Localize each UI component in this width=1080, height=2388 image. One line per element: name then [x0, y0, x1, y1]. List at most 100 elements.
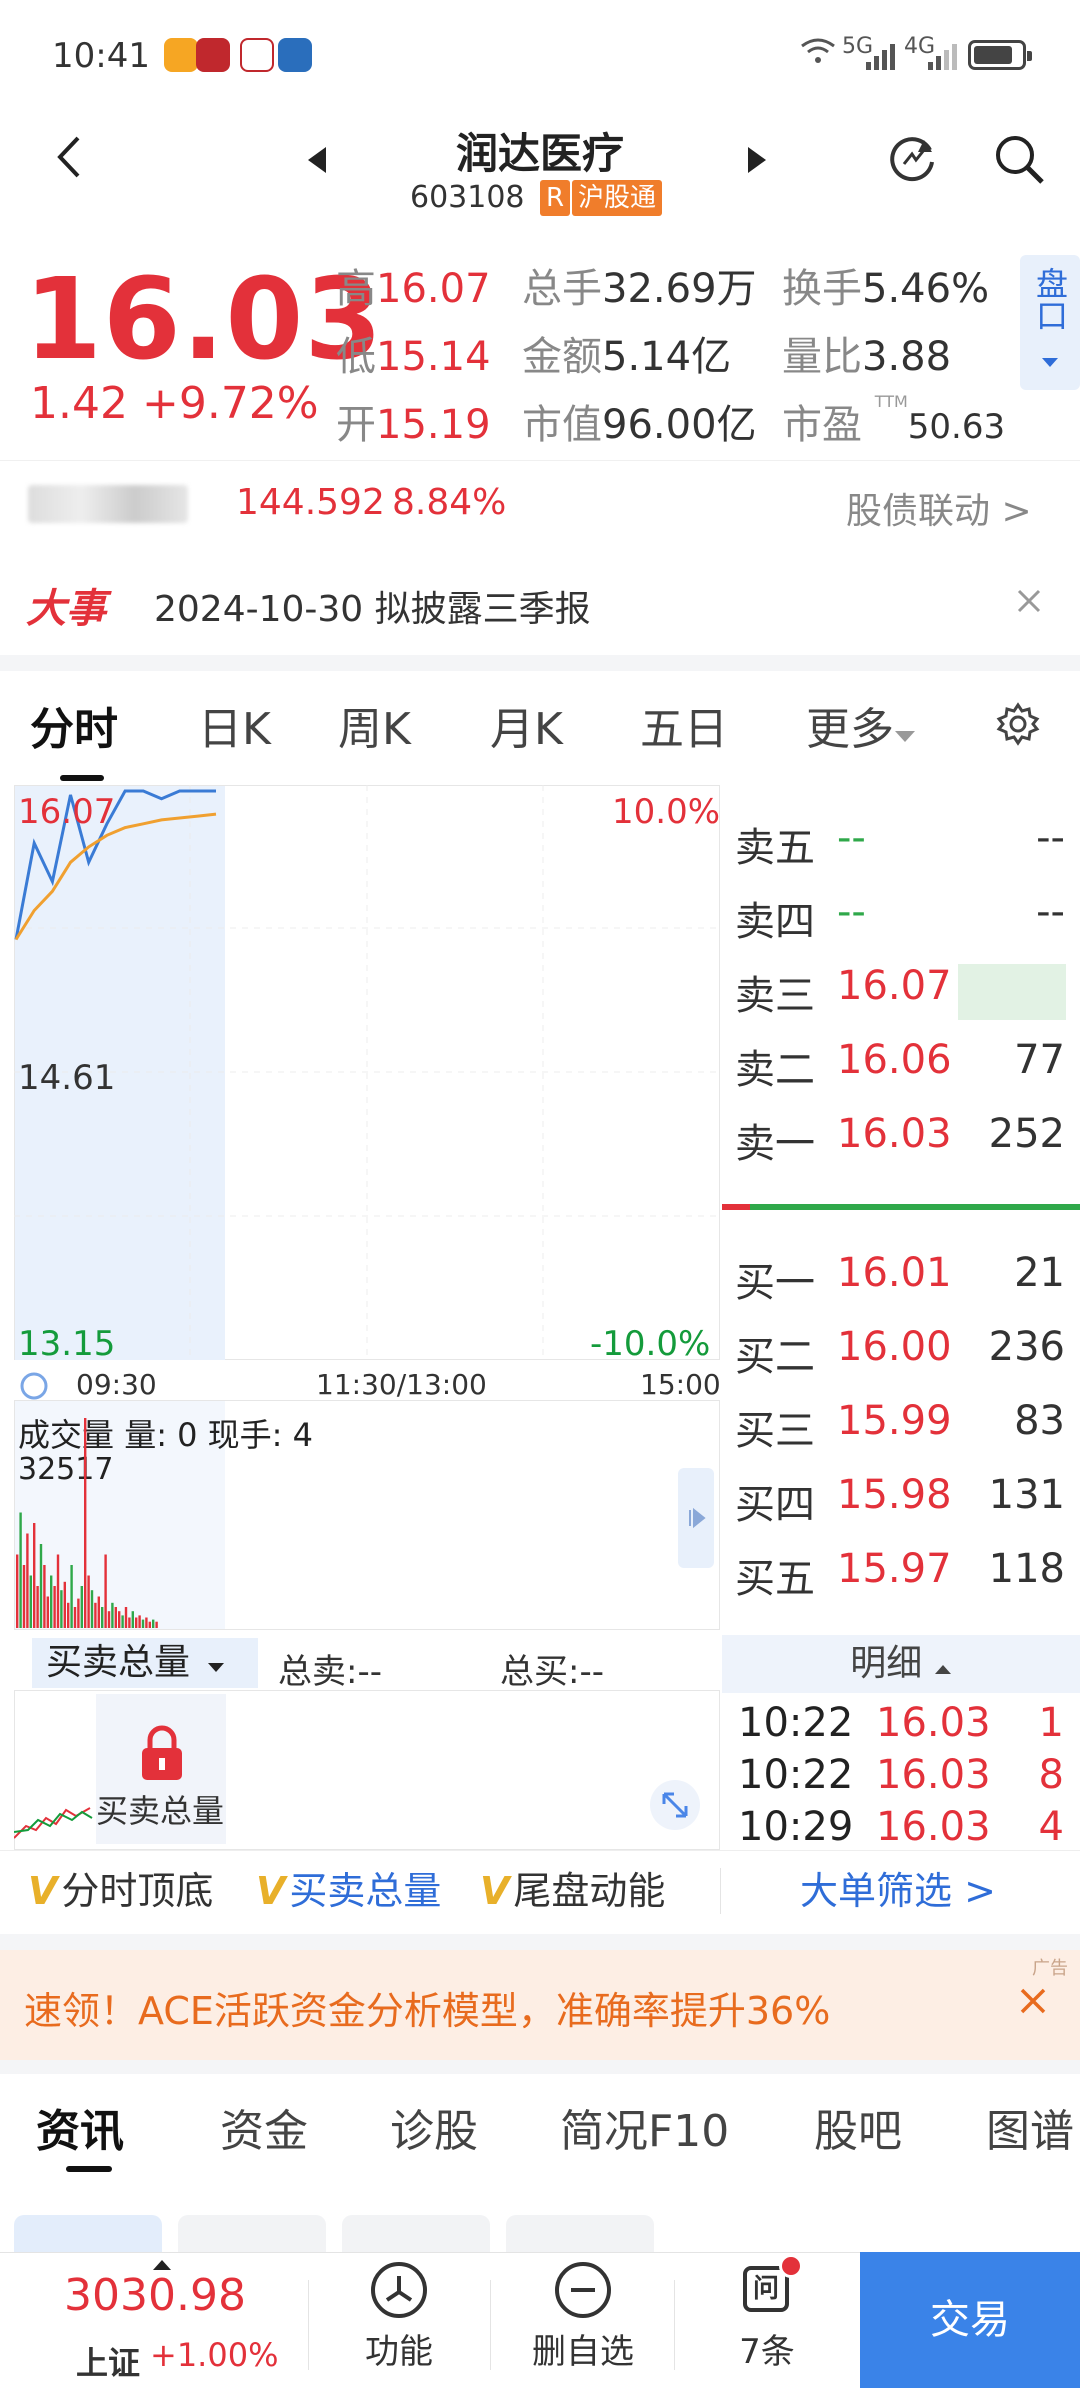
ask-volume: 252 [988, 1111, 1065, 1157]
tab-timeshare[interactable]: 分时 [30, 693, 118, 757]
detail-header[interactable]: 明细 [722, 1635, 1080, 1693]
ask-row[interactable]: 卖四 -- -- [735, 889, 1065, 949]
panel-toggle-icon[interactable] [678, 1468, 714, 1568]
bid-row[interactable]: 买一 16.01 21 [735, 1250, 1065, 1310]
bid-level-label: 买一 [735, 1260, 815, 1306]
volume-bar [104, 1554, 107, 1628]
bid-row[interactable]: 买五 15.97 118 [735, 1546, 1065, 1606]
minus-circle-icon [555, 2262, 611, 2318]
volume-bar [26, 1533, 29, 1628]
trade-button[interactable]: 交易 [860, 2252, 1080, 2388]
close-icon[interactable] [1016, 588, 1042, 618]
tab-graph[interactable]: 图谱 [986, 2095, 1074, 2159]
spread-divider [722, 1204, 1080, 1210]
tab-more[interactable]: 更多 [806, 693, 916, 757]
function-icon [371, 2262, 427, 2318]
volume-bar [145, 1617, 148, 1628]
large-order-filter[interactable]: 大单筛选 > [800, 1860, 996, 1915]
total-buy: 总买:-- [500, 1652, 604, 1692]
ask-level-label: 卖二 [735, 1047, 815, 1093]
messages-label: 7条 [739, 2332, 795, 2372]
volume-bar [138, 1615, 141, 1628]
close-icon[interactable] [1018, 1986, 1048, 2020]
chart-lines [14, 789, 217, 941]
open-value: 15.19 [376, 402, 491, 448]
ad-text[interactable]: 速领！ACE活跃资金分析模型，准确率提升36% [24, 1980, 830, 2035]
high-label: 高 [336, 266, 376, 312]
next-stock-icon[interactable] [746, 145, 768, 179]
bid-price: 15.99 [837, 1398, 952, 1444]
indicator-v1[interactable]: V 分时顶底 [28, 1860, 213, 1915]
index-value[interactable]: 3030.98 [64, 2270, 246, 2321]
volume-bar [36, 1586, 39, 1628]
tab-forum[interactable]: 股吧 [814, 2095, 902, 2159]
app-icon [196, 38, 230, 72]
ask-price: 16.03 [837, 1111, 952, 1157]
pe-cell: 市盈 TTM50.63 [782, 392, 1005, 450]
messages-button[interactable]: 问 7条 [702, 2254, 832, 2373]
tab-five-day[interactable]: 五日 [640, 693, 728, 757]
status-bar: 10:41 5G 4G [0, 0, 1080, 110]
volume-bar [43, 1565, 46, 1628]
tab-monthly-k[interactable]: 月K [490, 693, 563, 757]
caret-up-icon [934, 1665, 951, 1674]
indicator-v3-label: 尾盘动能 [513, 1869, 666, 1913]
tab-daily-k[interactable]: 日K [198, 693, 271, 757]
tab-weekly-k[interactable]: 周K [338, 693, 411, 757]
time-mid: 11:30/13:00 [316, 1368, 487, 1401]
ask-row[interactable]: 卖二 16.06 77 [735, 1037, 1065, 1097]
bid-row[interactable]: 买三 15.99 83 [735, 1398, 1065, 1458]
indicator-v3[interactable]: V 尾盘动能 [480, 1860, 665, 1915]
low-value: 15.14 [376, 334, 491, 380]
volume-bar [114, 1607, 117, 1628]
locked-label: 买卖总量 [96, 1792, 225, 1830]
indicator-v1-label: 分时顶底 [61, 1869, 214, 1913]
tab-funds[interactable]: 资金 [220, 2095, 308, 2159]
event-text: 2024-10-30 拟披露三季报 [154, 589, 591, 630]
settings-icon[interactable] [996, 702, 1040, 750]
tab-profile-f10[interactable]: 简况F10 [560, 2095, 729, 2159]
low-label: 低 [336, 334, 376, 380]
remove-watchlist-button[interactable]: 删自选 [518, 2262, 648, 2373]
ask-row[interactable]: 卖五 -- -- [735, 815, 1065, 875]
high-cell: 高16.07 [336, 256, 491, 314]
change-value: 1.42 [30, 378, 128, 429]
volume-bar [50, 1575, 53, 1628]
bid-volume: 83 [1014, 1398, 1065, 1444]
stock-code: 603108 [410, 180, 525, 215]
refresh-icon[interactable] [884, 130, 940, 190]
expand-icon[interactable] [650, 1780, 700, 1830]
bid-level-label: 买四 [735, 1482, 815, 1528]
time-end: 15:00 [640, 1368, 721, 1401]
v-mark-icon: V [480, 1869, 510, 1913]
divider [0, 655, 1080, 671]
tick-volume: 8 [1038, 1752, 1064, 1798]
tab-more-label: 更多 [806, 704, 894, 755]
bid-price: 16.01 [837, 1250, 952, 1296]
bond-link[interactable]: 股债联动 > [846, 482, 1032, 534]
divider [308, 2280, 309, 2370]
bid-row[interactable]: 买二 16.00 236 [735, 1324, 1065, 1384]
pankou-button[interactable]: 盘口 [1020, 255, 1080, 390]
open-label: 开 [336, 402, 376, 448]
current-price: 16.03 [24, 255, 384, 385]
buysell-selector[interactable]: 买卖总量 [32, 1638, 258, 1688]
time-start: 09:30 [76, 1368, 157, 1401]
bid-price: 16.00 [837, 1324, 952, 1370]
tab-diagnose[interactable]: 诊股 [390, 2095, 478, 2159]
volume-bars [16, 1418, 158, 1628]
tab-news[interactable]: 资讯 [36, 2095, 124, 2159]
function-button[interactable]: 功能 [334, 2262, 464, 2373]
search-icon[interactable] [992, 132, 1046, 190]
divider [490, 2280, 491, 2370]
tick-row: 10:22 16.03 8 [738, 1752, 1064, 1798]
tab-underline [60, 775, 104, 781]
indicator-v2[interactable]: V 买卖总量 [256, 1860, 441, 1915]
tick-row: 10:22 16.03 1 [738, 1700, 1064, 1746]
buysell-selector-label: 买卖总量 [46, 1642, 191, 1683]
wifi-icon [800, 36, 836, 72]
amount-label: 金额 [522, 334, 602, 380]
bid-row[interactable]: 买四 15.98 131 [735, 1472, 1065, 1532]
ask-row[interactable]: 卖一 16.03 252 [735, 1111, 1065, 1171]
volume-bar [124, 1607, 128, 1628]
